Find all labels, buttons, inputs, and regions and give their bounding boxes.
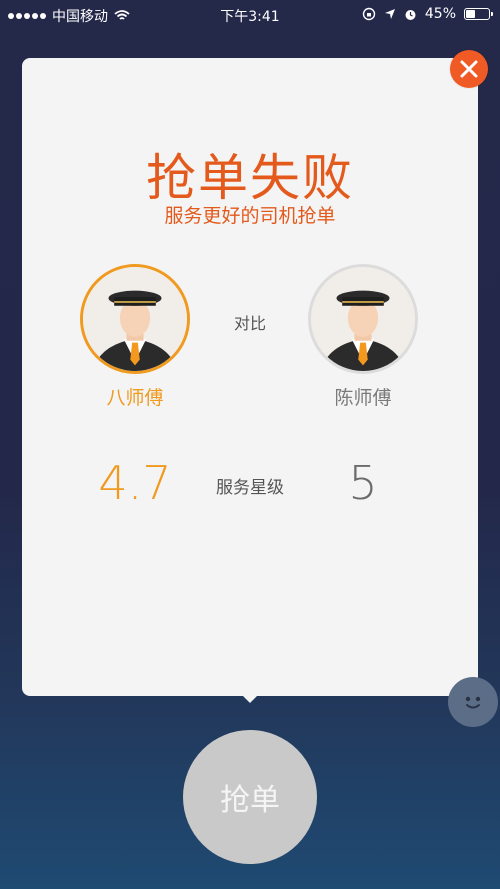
left-driver-avatar <box>80 264 190 374</box>
service-rating-label: 服务星级 <box>216 478 284 498</box>
left-driver-score: 4.7 <box>98 456 172 510</box>
close-button[interactable] <box>450 50 488 88</box>
grab-failed-dialog: 抢单失败 服务更好的司机抢单 对比 八师傅 陈师傅 4.7 服务星级 5 <box>22 58 478 696</box>
status-right: 45% <box>362 6 493 22</box>
battery-icon <box>464 8 493 20</box>
right-driver-score: 5 <box>348 456 378 510</box>
right-driver-avatar <box>308 264 418 374</box>
dialog-pointer <box>237 690 263 703</box>
driver-avatar-icon <box>311 267 415 371</box>
battery-fill <box>466 10 475 18</box>
battery-percent: 45% <box>424 6 456 22</box>
left-driver-name: 八师傅 <box>106 387 164 409</box>
rotation-lock-icon <box>362 7 376 21</box>
assistant-button[interactable] <box>448 677 498 727</box>
smiley-face-icon <box>465 696 481 709</box>
dialog-subtitle: 服务更好的司机抢单 <box>164 205 336 227</box>
right-driver-name: 陈师傅 <box>334 387 392 409</box>
driver-avatar-icon <box>83 267 187 371</box>
compare-label: 对比 <box>233 314 266 333</box>
location-icon <box>384 9 395 19</box>
dialog-title: 抢单失败 <box>146 149 354 207</box>
grab-order-button[interactable]: 抢单 <box>183 730 317 864</box>
alarm-icon <box>405 9 416 20</box>
status-bar: 中国移动 下午3:41 45% <box>0 0 500 30</box>
close-icon <box>460 60 478 78</box>
